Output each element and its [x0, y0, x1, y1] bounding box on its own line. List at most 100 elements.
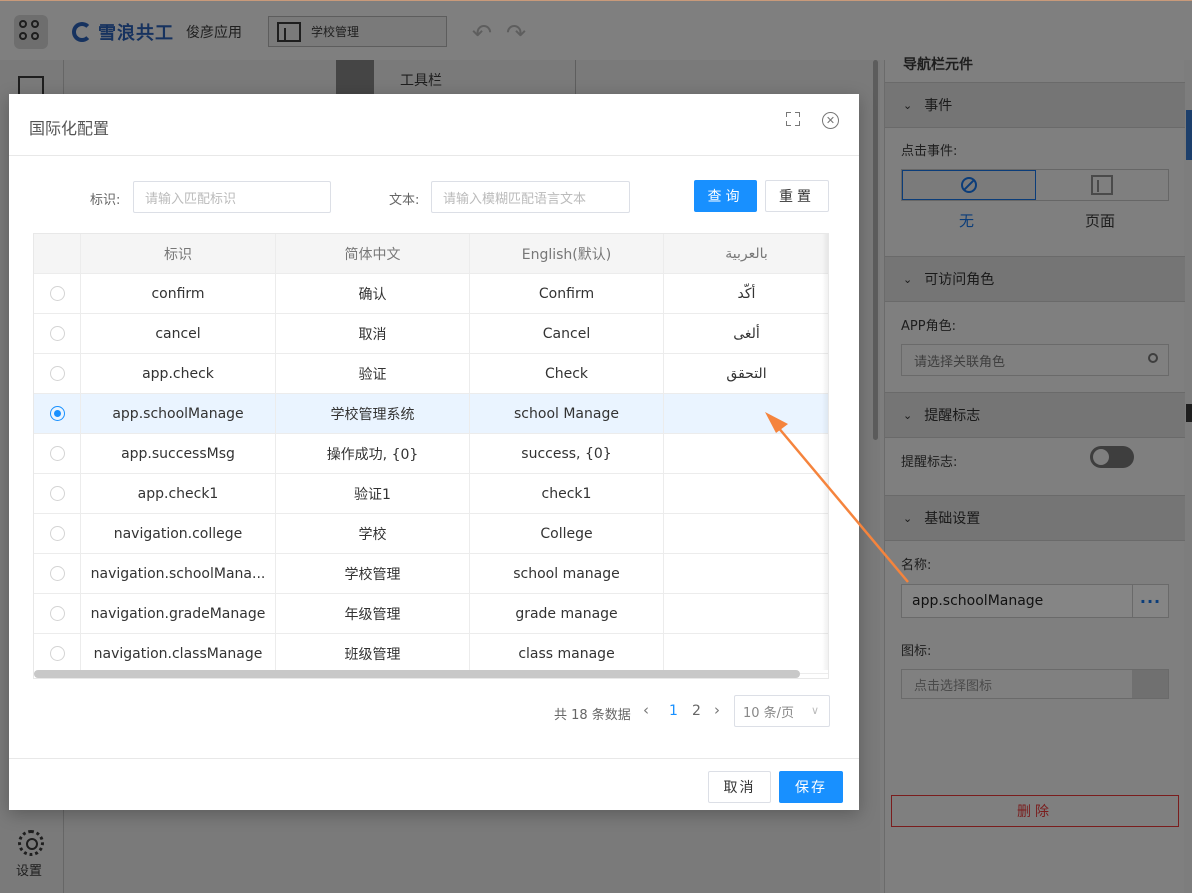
table-row[interactable]: cancel 取消 Cancel ألغى [34, 314, 828, 354]
query-button[interactable]: 查询 [694, 180, 757, 212]
cell-select [34, 554, 81, 593]
pagination: 共 18 条数据 ‹ 1 2 › 10 条/页 ∨ [9, 694, 859, 728]
cell-select [34, 314, 81, 353]
cell-zh: 班级管理 [276, 634, 470, 673]
row-radio[interactable] [49, 606, 65, 621]
canvas-scrollbar[interactable] [873, 60, 878, 440]
page-select[interactable]: 学校管理 [268, 16, 447, 47]
text-filter-input[interactable]: 请输入模糊匹配语言文本 [431, 181, 630, 213]
brand-subtitle: 俊彦应用 [186, 25, 242, 41]
app-role-select[interactable]: 请选择关联角色 [901, 344, 1169, 376]
section-event-label: 事件 [924, 98, 953, 114]
close-icon[interactable]: ✕ [822, 112, 839, 129]
header-ar: بالعربية [664, 234, 828, 273]
cell-key: app.successMsg [81, 434, 276, 473]
row-radio[interactable] [49, 486, 65, 501]
chevron-right-icon[interactable]: › [714, 701, 720, 719]
remind-label: 提醒标志: [901, 455, 958, 470]
row-radio[interactable] [49, 366, 65, 381]
cell-zh: 操作成功, {0} [276, 434, 470, 473]
page-size-select[interactable]: 10 条/页 ∨ [734, 695, 830, 727]
key-filter-input[interactable]: 请输入匹配标识 [133, 181, 331, 213]
cell-select [34, 514, 81, 553]
row-radio[interactable] [49, 446, 65, 461]
fullscreen-icon[interactable] [786, 112, 800, 126]
chevron-down-icon: ⌄ [903, 511, 913, 525]
filter-bar: 标识: 请输入匹配标识 文本: 请输入模糊匹配语言文本 查询 重置 [9, 180, 859, 214]
section-remind[interactable]: ⌄ 提醒标志 [885, 392, 1185, 438]
row-radio[interactable] [49, 646, 65, 661]
reset-button[interactable]: 重置 [765, 180, 829, 212]
section-role[interactable]: ⌄ 可访问角色 [885, 256, 1185, 302]
remind-toggle[interactable] [1090, 446, 1134, 468]
row-radio[interactable] [49, 286, 65, 301]
row-radio[interactable] [49, 326, 65, 341]
panel-edge-tab[interactable] [1186, 110, 1192, 160]
cell-en: school manage [470, 554, 664, 593]
fixed-column-shadow [822, 234, 828, 670]
canvas-toolbar-label: 工具栏 [400, 73, 442, 89]
gear-icon[interactable] [18, 830, 44, 856]
delete-button[interactable]: 删除 [891, 795, 1179, 827]
cell-zh: 取消 [276, 314, 470, 353]
cell-en: Confirm [470, 274, 664, 313]
page-layout-icon [1091, 175, 1113, 195]
redo-icon[interactable]: ↷ [506, 19, 526, 47]
page-2[interactable]: 2 [692, 703, 701, 719]
event-none-label[interactable]: 无 [959, 210, 974, 231]
dialog-header: 国际化配置 ✕ [9, 94, 859, 156]
name-input[interactable]: app.schoolManage [902, 593, 1132, 609]
chevron-left-icon[interactable]: ‹ [643, 701, 649, 719]
header-select [34, 234, 81, 273]
cell-select [34, 394, 81, 433]
section-basic[interactable]: ⌄ 基础设置 [885, 495, 1185, 541]
table-row[interactable]: app.check 验证 Check التحقق [34, 354, 828, 394]
cancel-button[interactable]: 取消 [708, 771, 771, 803]
i18n-table: 标识 简体中文 English(默认) بالعربية confirm 确认 Co… [33, 233, 829, 679]
cell-key: navigation.schoolMana... [81, 554, 276, 593]
row-radio[interactable] [49, 406, 65, 421]
cell-en: class manage [470, 634, 664, 673]
chevron-down-icon: ⌄ [903, 272, 913, 286]
name-field: app.schoolManage ··· [901, 584, 1169, 618]
top-bar: 雪浪共工 俊彦应用 学校管理 ↶ ↷ [0, 0, 1192, 60]
table-row[interactable]: navigation.classManage 班级管理 class manage [34, 634, 828, 674]
table-row[interactable]: confirm 确认 Confirm أكّد [34, 274, 828, 314]
cell-zh: 验证 [276, 354, 470, 393]
event-page-label[interactable]: 页面 [1085, 210, 1115, 231]
more-button[interactable]: ··· [1132, 585, 1168, 617]
row-radio[interactable] [49, 566, 65, 581]
app-role-label: APP角色: [901, 319, 956, 334]
event-option-page[interactable] [1036, 170, 1168, 200]
cell-en: College [470, 514, 664, 553]
cell-key: navigation.gradeManage [81, 594, 276, 633]
cell-select [34, 434, 81, 473]
save-button[interactable]: 保存 [779, 771, 843, 803]
table-row[interactable]: navigation.schoolMana... 学校管理 school manag… [34, 554, 828, 594]
table-horizontal-scrollbar[interactable] [34, 670, 800, 678]
key-filter-placeholder: 请输入匹配标识 [145, 191, 237, 207]
apps-grid-icon[interactable] [14, 15, 48, 49]
icon-field[interactable]: 点击选择图标 [901, 669, 1169, 699]
cell-en: check1 [470, 474, 664, 513]
page-1[interactable]: 1 [669, 703, 678, 719]
icon-picker-button[interactable] [1132, 670, 1168, 698]
event-option-none[interactable] [902, 170, 1036, 200]
row-radio[interactable] [49, 526, 65, 541]
cell-ar [664, 594, 828, 633]
table-row[interactable]: navigation.college 学校 College [34, 514, 828, 554]
undo-icon[interactable]: ↶ [472, 19, 492, 47]
cell-zh: 学校管理系统 [276, 394, 470, 433]
section-event[interactable]: ⌄ 事件 [885, 82, 1185, 128]
table-row[interactable]: app.schoolManage 学校管理系统 school Manage [34, 394, 828, 434]
table-row[interactable]: app.check1 验证1 check1 [34, 474, 828, 514]
cell-select [34, 634, 81, 673]
cell-en: success, {0} [470, 434, 664, 473]
cell-ar: ألغى [664, 314, 828, 353]
settings-label[interactable]: 设置 [16, 860, 42, 879]
text-filter-placeholder: 请输入模糊匹配语言文本 [443, 191, 587, 207]
key-filter-label: 标识: [90, 193, 121, 208]
click-event-selector [901, 169, 1169, 201]
table-row[interactable]: app.successMsg 操作成功, {0} success, {0} [34, 434, 828, 474]
table-row[interactable]: navigation.gradeManage 年级管理 grade manage [34, 594, 828, 634]
